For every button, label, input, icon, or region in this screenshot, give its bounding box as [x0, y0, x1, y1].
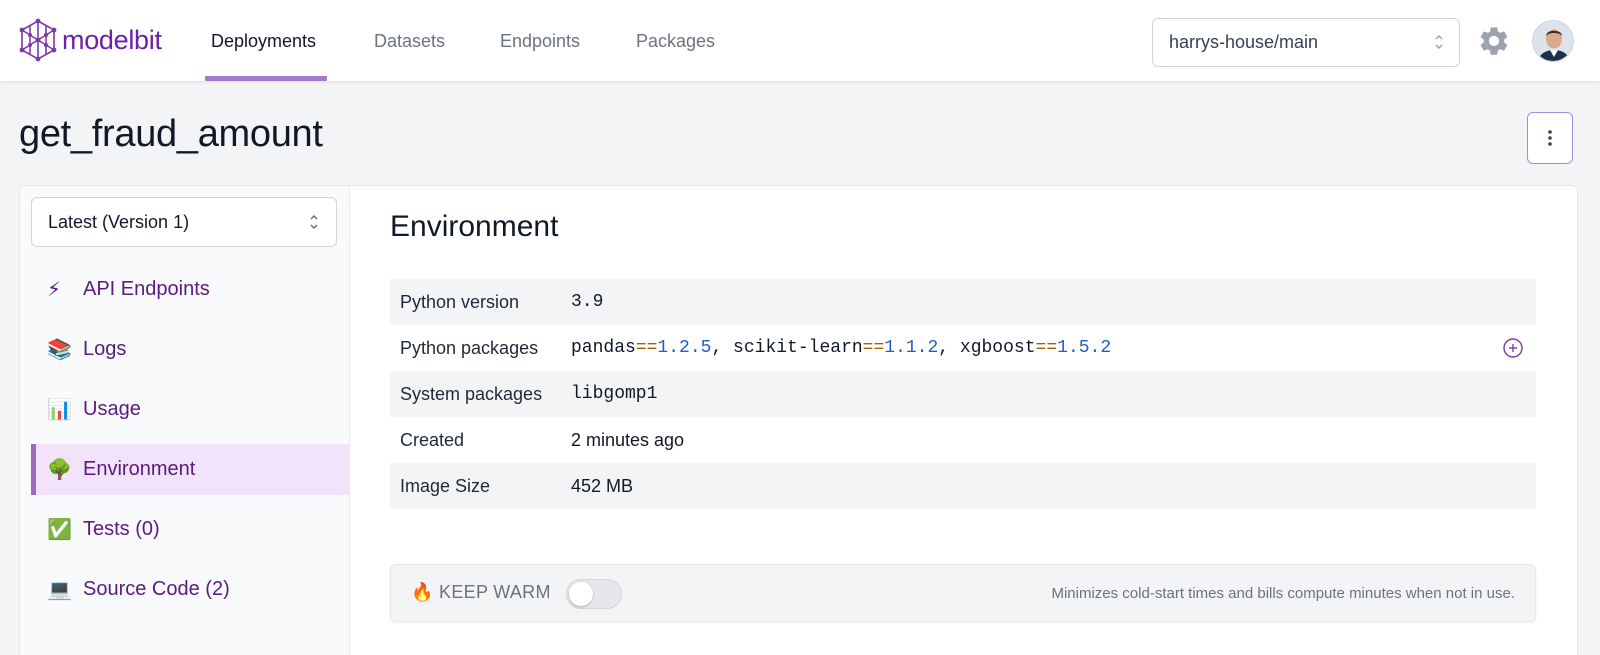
branch-select-value: harrys-house/main	[1169, 32, 1319, 52]
package-name: pandas	[571, 338, 636, 358]
sidebar-item-label: Environment	[83, 458, 196, 480]
lightning-icon: ⚡	[47, 279, 62, 301]
version-select[interactable]: Latest (Version 1)	[31, 197, 337, 247]
branch-select[interactable]: harrys-house/main	[1152, 18, 1460, 67]
user-avatar[interactable]	[1532, 20, 1574, 62]
modelbit-logo[interactable]: modelbit	[18, 18, 162, 62]
tab-endpoints[interactable]: Endpoints	[500, 0, 580, 82]
environment-table: Python version 3.9 Python packages panda…	[390, 279, 1536, 509]
keep-warm-panel: 🔥 KEEP WARM Minimizes cold-start times a…	[390, 564, 1536, 622]
python-version-row: Python version 3.9	[390, 279, 1536, 325]
python-version-value: 3.9	[571, 292, 604, 312]
books-icon: 📚	[47, 339, 72, 361]
vertical-ellipsis-icon	[1548, 130, 1552, 146]
package-operator: ==	[635, 338, 658, 358]
gear-icon[interactable]	[1477, 24, 1511, 58]
sidebar-item-environment[interactable]: 🌳 Environment	[31, 444, 350, 495]
page-title: get_fraud_amount	[19, 113, 323, 155]
chevron-up-down-icon	[1435, 34, 1443, 50]
sidebar-item-source-code[interactable]: 💻 Source Code (2)	[31, 564, 350, 615]
system-packages-row: System packages libgomp1	[390, 371, 1536, 417]
keep-warm-description: Minimizes cold-start times and bills com…	[1051, 585, 1515, 602]
package-name: scikit-learn	[733, 338, 863, 358]
python-packages-value: pandas==1.2.5, scikit-learn==1.1.2, xgbo…	[571, 338, 1111, 358]
sidebar-item-label: Usage	[83, 398, 141, 420]
package-version: 1.5.2	[1057, 338, 1112, 358]
tab-packages[interactable]: Packages	[636, 0, 715, 82]
more-options-button[interactable]	[1527, 112, 1573, 164]
active-tab-indicator	[205, 76, 327, 81]
sidebar-item-label: Source Code (2)	[83, 578, 230, 600]
image-size-row: Image Size 452 MB	[390, 463, 1536, 509]
sidebar-item-label: Tests (0)	[83, 518, 160, 540]
keep-warm-toggle[interactable]	[566, 579, 622, 609]
package-version: 1.1.2	[884, 338, 939, 358]
check-mark-icon: ✅	[47, 519, 72, 541]
section-title: Environment	[390, 210, 559, 243]
row-label: Created	[400, 429, 465, 450]
sidebar-item-tests[interactable]: ✅ Tests (0)	[31, 504, 350, 555]
package-name: xgboost	[959, 338, 1036, 358]
logo-text: modelbit	[62, 24, 162, 55]
add-package-icon[interactable]	[1502, 337, 1524, 359]
package-version: 1.2.5	[657, 338, 712, 358]
avatar-image	[1533, 21, 1573, 61]
created-row: Created 2 minutes ago	[390, 417, 1536, 463]
chevron-up-down-icon	[310, 214, 318, 230]
row-label: System packages	[400, 383, 543, 404]
package-operator: ==	[1035, 338, 1058, 358]
version-select-value: Latest (Version 1)	[48, 211, 190, 232]
row-label: Python version	[400, 291, 520, 312]
bar-chart-icon: 📊	[47, 399, 72, 421]
sidebar-item-label: API Endpoints	[83, 278, 210, 300]
created-value: 2 minutes ago	[571, 429, 685, 450]
deployment-sidebar: Latest (Version 1) ⚡ API Endpoints 📚 Log…	[20, 186, 350, 655]
sidebar-item-usage[interactable]: 📊 Usage	[31, 384, 350, 435]
keep-warm-label: 🔥 KEEP WARM	[411, 582, 551, 603]
sidebar-item-label: Logs	[83, 338, 127, 360]
logo-mark-icon	[19, 18, 57, 62]
image-size-value: 452 MB	[571, 475, 634, 496]
deployment-card: Latest (Version 1) ⚡ API Endpoints 📚 Log…	[19, 185, 1578, 655]
tab-deployments[interactable]: Deployments	[211, 0, 316, 82]
toggle-knob	[569, 582, 593, 606]
row-label: Image Size	[400, 475, 491, 496]
tree-icon: 🌳	[47, 459, 72, 481]
tab-datasets[interactable]: Datasets	[374, 0, 445, 82]
package-separator: ,	[711, 338, 734, 358]
laptop-icon: 💻	[47, 579, 72, 601]
sidebar-item-api-endpoints[interactable]: ⚡ API Endpoints	[31, 264, 350, 315]
package-separator: ,	[938, 338, 960, 358]
fire-icon: 🔥	[411, 582, 434, 602]
system-packages-value: libgomp1	[571, 384, 658, 404]
row-label: Python packages	[400, 337, 539, 358]
python-packages-row: Python packages pandas==1.2.5, scikit-le…	[390, 325, 1536, 371]
sidebar-item-logs[interactable]: 📚 Logs	[31, 324, 350, 375]
package-operator: ==	[862, 338, 885, 358]
top-navbar: modelbit Deployments Datasets Endpoints …	[0, 0, 1600, 82]
keep-warm-text: KEEP WARM	[439, 582, 551, 602]
